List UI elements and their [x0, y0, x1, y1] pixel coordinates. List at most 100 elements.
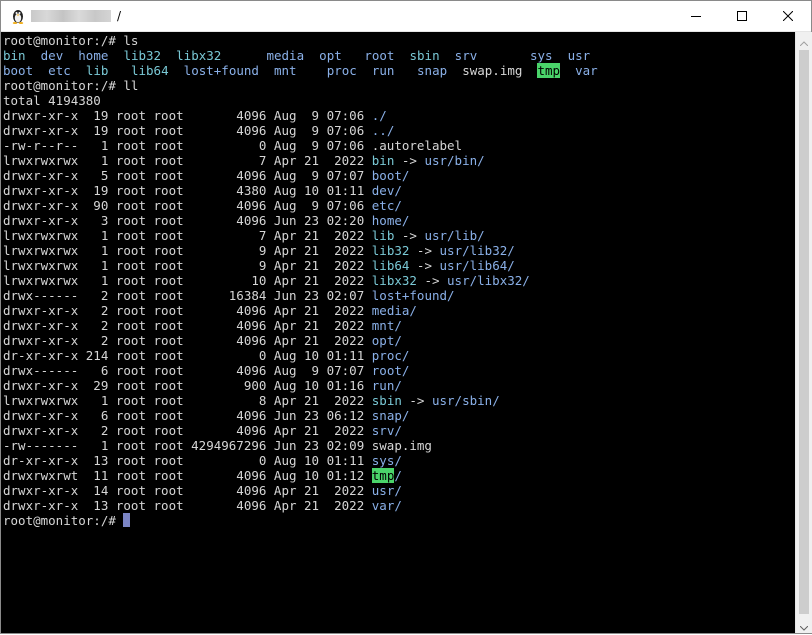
terminal-line: bin dev home lib32 libx32 media opt root…: [3, 48, 598, 63]
directory-name: media: [266, 48, 305, 63]
directory-name: var/: [371, 498, 402, 513]
terminal-line: lrwxrwxrwx 1 root root 7 Apr 21 2022 lib…: [3, 228, 598, 243]
terminal-text: drwxr-xr-x 13 root root 4096 Apr 21 2022: [3, 498, 372, 513]
directory-name: opt: [319, 48, 342, 63]
terminal-line: drwxr-xr-x 2 root root 4096 Apr 21 2022 …: [3, 333, 598, 348]
terminal-text: root@monitor:/# ll: [3, 78, 139, 93]
maximize-button[interactable]: [719, 1, 765, 31]
directory-name: snap: [417, 63, 448, 78]
symlink-name: libx32: [176, 48, 222, 63]
directory-name: sys: [529, 48, 553, 63]
terminal-text: ->: [416, 273, 448, 288]
title-path: /: [117, 9, 122, 23]
scroll-down-button[interactable]: [796, 617, 812, 633]
terminal-text: drwxr-xr-x 2 root root 4096 Apr 21 2022: [3, 318, 372, 333]
terminal-text: drwxr-xr-x 29 root root 900 Aug 10 01:16: [3, 378, 372, 393]
symlink-name: lib32: [123, 48, 162, 63]
terminal-line: drwxr-xr-x 19 root root 4096 Aug 9 07:06…: [3, 108, 598, 123]
directory-name: snap/: [371, 408, 410, 423]
directory-name: proc/: [371, 348, 410, 363]
directory-name: home: [78, 48, 109, 63]
symlink-name: lib: [371, 228, 395, 243]
terminal-text: drwxr-xr-x 6 root root 4096 Jun 23 06:12: [3, 408, 372, 423]
symlink-name: lib32: [371, 243, 410, 258]
minimize-icon: [691, 11, 701, 21]
directory-name: mnt/: [371, 318, 402, 333]
minimize-button[interactable]: [673, 1, 719, 31]
terminal-text: total 4194380: [3, 93, 101, 108]
scroll-up-button[interactable]: [796, 32, 812, 48]
arrow-up-icon: [799, 31, 809, 50]
terminal-text: lrwxrwxrwx 1 root root 10 Apr 21 2022: [3, 273, 372, 288]
symlink-name: lib64: [371, 258, 410, 273]
terminal-line: dr-xr-xr-x 13 root root 0 Aug 10 01:11 s…: [3, 453, 598, 468]
directory-name: opt/: [371, 333, 402, 348]
close-button[interactable]: [765, 1, 811, 31]
terminal-line: drwxr-xr-x 2 root root 4096 Apr 21 2022 …: [3, 423, 598, 438]
directory-name: usr/lib32/: [439, 243, 515, 258]
terminal-line: drwxr-xr-x 2 root root 4096 Apr 21 2022 …: [3, 318, 598, 333]
directory-name: media/: [371, 303, 417, 318]
directory-name: run/: [371, 378, 402, 393]
terminal-output[interactable]: root@monitor:/# ls bin dev home lib32 lib…: [1, 32, 795, 633]
terminal-text: drwxr-xr-x 2 root root 4096 Apr 21 2022: [3, 303, 372, 318]
vertical-scrollbar[interactable]: [795, 32, 812, 633]
terminal-line: lrwxrwxrwx 1 root root 10 Apr 21 2022 li…: [3, 273, 598, 288]
terminal-line: drwxrwxrwt 11 root root 4096 Aug 10 01:1…: [3, 468, 598, 483]
symlink-name: bin: [371, 153, 395, 168]
scrollbar-thumb[interactable]: [799, 50, 809, 614]
terminal-text: drwxr-xr-x 19 root root 4096 Aug 9 07:06: [3, 108, 372, 123]
terminal-text: -rw-r--r-- 1 root root 0 Aug 9 07:06 .au…: [3, 138, 463, 153]
terminal-line: drwxr-xr-x 90 root root 4096 Aug 9 07:06…: [3, 198, 598, 213]
directory-name: proc: [326, 63, 357, 78]
terminal-line: drwxr-xr-x 19 root root 4380 Aug 10 01:1…: [3, 183, 598, 198]
terminal-line: drwx------ 6 root root 4096 Aug 9 07:07 …: [3, 363, 598, 378]
terminal-text: drwxr-xr-x 14 root root 4096 Apr 21 2022: [3, 483, 372, 498]
terminal-text: ->: [409, 258, 440, 273]
terminal-text: lrwxrwxrwx 1 root root 9 Apr 21 2022: [3, 243, 372, 258]
terminal-line: lrwxrwxrwx 1 root root 9 Apr 21 2022 lib…: [3, 243, 598, 258]
close-icon: [783, 11, 793, 21]
terminal-text: root@monitor:/# ls: [3, 33, 139, 48]
terminal-line: root@monitor:/# ll: [3, 78, 598, 93]
directory-name: etc/: [371, 198, 402, 213]
directory-name: dev/: [371, 183, 402, 198]
terminal-lines: root@monitor:/# ls bin dev home lib32 lib…: [3, 33, 598, 528]
sticky-directory-name: tmp: [371, 468, 395, 483]
directory-name: run: [371, 63, 395, 78]
terminal-line: drwxr-xr-x 5 root root 4096 Aug 9 07:07 …: [3, 168, 598, 183]
arrow-down-icon: [799, 616, 809, 635]
title-bar[interactable]: /: [1, 1, 811, 32]
terminal-text: lrwxrwxrwx 1 root root 7 Apr 21 2022: [3, 153, 372, 168]
symlink-name: sbin: [409, 48, 440, 63]
terminal-window: / root@monitor:/# ls bin dev home lib32 l…: [0, 0, 812, 634]
terminal-line: drwx------ 2 root root 16384 Jun 23 02:0…: [3, 288, 598, 303]
terminal-line: drwxr-xr-x 19 root root 4096 Aug 9 07:06…: [3, 123, 598, 138]
terminal-line: total 4194380: [3, 93, 598, 108]
directory-name: usr/lib/: [424, 228, 485, 243]
sticky-directory-name: tmp: [537, 63, 561, 78]
directory-name: lost+found: [183, 63, 259, 78]
directory-name: dev: [40, 48, 64, 63]
terminal-text: drwxrwxrwt 11 root root 4096 Aug 10 01:1…: [3, 468, 372, 483]
directory-name: srv/: [371, 423, 402, 438]
directory-name: usr/lib64/: [439, 258, 515, 273]
directory-name: usr/libx32/: [447, 273, 530, 288]
terminal-text: drwxr-xr-x 2 root root 4096 Apr 21 2022: [3, 333, 372, 348]
directory-name: var: [575, 63, 598, 78]
